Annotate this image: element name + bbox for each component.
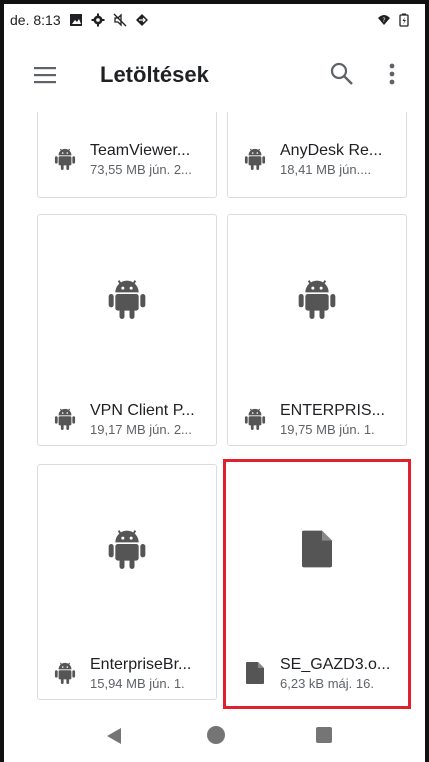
home-icon[interactable] [207,726,225,744]
file-preview [38,465,216,633]
navigation-bar [0,708,421,762]
downloads-grid[interactable]: TeamViewer... 73,55 MB jún. 2... AnyDesk… [0,112,421,708]
file-name: TeamViewer... [90,141,191,159]
file-meta: 15,94 MB jún. 1. [90,675,185,691]
android-icon [54,408,76,430]
file-info: ENTERPRIS... 19,75 MB jún. 1. [228,393,406,445]
mute-icon [113,13,127,27]
back-icon[interactable] [104,726,124,746]
recents-icon[interactable] [316,727,332,743]
settings-icon [91,13,105,27]
file-info: AnyDesk Re... 18,41 MB jún.... [228,133,406,185]
file-meta: 18,41 MB jún.... [280,161,372,177]
file-info: EnterpriseBr... 15,94 MB jún. 1. [38,647,216,699]
file-name: VPN Client P... [90,401,195,419]
file-meta: 73,55 MB jún. 2... [90,161,192,177]
file-info: SE_GAZD3.o... 6,23 kB máj. 16. [228,647,406,699]
file-preview [228,215,406,383]
file-preview [228,465,406,633]
more-vert-icon[interactable] [378,60,406,88]
file-info: TeamViewer... 73,55 MB jún. 2... [38,133,216,185]
wifi-icon: ? [378,15,390,25]
search-icon[interactable] [328,60,356,88]
android-icon [298,280,336,319]
status-time: de. 8:13 [10,12,61,28]
image-icon [69,14,82,26]
file-preview [38,215,216,383]
file-card[interactable]: EnterpriseBr... 15,94 MB jún. 1. [37,464,217,700]
file-card[interactable]: SE_GAZD3.o... 6,23 kB máj. 16. [227,464,407,700]
file-meta: 19,75 MB jún. 1. [280,421,375,437]
page-title: Letöltések [100,62,209,87]
android-icon [108,280,146,319]
file-card[interactable]: ENTERPRIS... 19,75 MB jún. 1. [227,214,407,446]
file-card[interactable]: AnyDesk Re... 18,41 MB jún.... [227,112,407,198]
app-bar: Letöltések [0,40,421,112]
file-info: VPN Client P... 19,17 MB jún. 2... [38,393,216,445]
android-icon [54,662,76,684]
document-icon [246,662,264,684]
status-bar: de. 8:13 ? [0,0,421,40]
file-card[interactable]: TeamViewer... 73,55 MB jún. 2... [37,112,217,198]
file-meta: 6,23 kB máj. 16. [280,675,374,691]
android-icon [244,408,266,430]
file-name: ENTERPRIS... [280,401,385,419]
file-card[interactable]: VPN Client P... 19,17 MB jún. 2... [37,214,217,446]
android-icon [244,148,266,170]
data-icon [135,14,148,26]
file-name: AnyDesk Re... [280,141,383,159]
svg-text:?: ? [382,17,385,24]
android-icon [108,530,146,569]
file-name: SE_GAZD3.o... [280,655,391,673]
document-icon [302,530,332,568]
android-icon [54,148,76,170]
file-name: EnterpriseBr... [90,655,192,673]
file-meta: 19,17 MB jún. 2... [90,421,192,437]
menu-icon[interactable] [32,62,58,88]
battery-icon [399,13,409,27]
